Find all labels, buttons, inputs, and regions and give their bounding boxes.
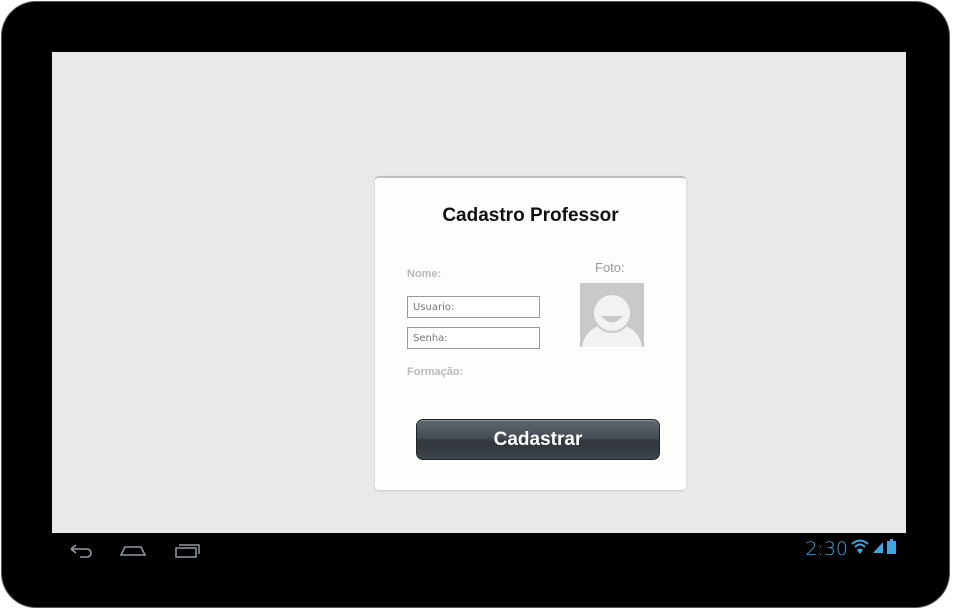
foto-label: Foto:: [595, 260, 625, 275]
status-area: 2:30: [805, 537, 896, 561]
nome-label: Nome:: [407, 268, 442, 280]
recent-apps-icon[interactable]: [172, 539, 202, 559]
register-card: Cadastro Professor Nome: Formação: Foto:…: [375, 176, 686, 490]
battery-icon: [887, 539, 896, 559]
usuario-input[interactable]: [407, 296, 540, 318]
app-screen: Cadastro Professor Nome: Formação: Foto:…: [52, 52, 906, 533]
page-title: Cadastro Professor: [442, 205, 619, 226]
senha-input[interactable]: [407, 327, 540, 349]
signal-icon: [872, 540, 884, 559]
formacao-label: Formação:: [407, 366, 464, 378]
avatar-icon[interactable]: [580, 283, 644, 347]
wifi-icon: [851, 539, 869, 560]
clock: 2:30: [805, 538, 848, 560]
system-nav-bar: 2:30: [52, 533, 906, 565]
home-icon[interactable]: [118, 539, 148, 559]
back-icon[interactable]: [66, 539, 96, 559]
cadastrar-button[interactable]: Cadastrar: [416, 419, 660, 460]
